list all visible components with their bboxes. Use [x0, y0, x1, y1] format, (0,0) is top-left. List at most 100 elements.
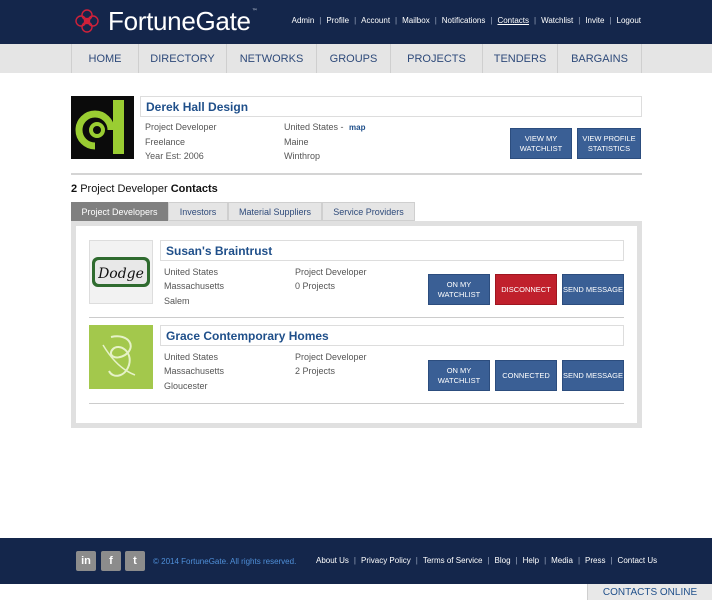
footer-link-blog[interactable]: Blog	[495, 556, 511, 565]
site-logo[interactable]: FortuneGate ™	[72, 6, 258, 36]
toplink-notifications[interactable]: Notifications	[442, 16, 486, 25]
view-profile-statistics-button[interactable]: VIEW PROFILE STATISTICS	[577, 128, 641, 159]
nav-directory[interactable]: DIRECTORY	[139, 44, 227, 73]
toplink-invite[interactable]: Invite	[585, 16, 604, 25]
footer-link-separator: |	[515, 556, 518, 565]
copyright-text: © 2014 FortuneGate. All rights reserved.	[153, 557, 297, 566]
dodge-logo-icon: Dodge	[90, 241, 152, 303]
footer-links: About Us | Privacy Policy | Terms of Servi…	[316, 556, 657, 565]
section-divider	[71, 173, 642, 175]
nav-home[interactable]: HOME	[72, 44, 139, 73]
contacts-heading: 2 Project Developer Contacts	[71, 183, 218, 195]
footer-link-separator: |	[610, 556, 613, 565]
connected-label: CONNECTED	[502, 370, 550, 380]
tab-material-suppliers[interactable]: Material Suppliers	[228, 202, 322, 221]
view-watchlist-label: VIEW MY WATCHLIST	[519, 133, 563, 153]
nav-tenders[interactable]: TENDERS	[483, 44, 558, 73]
profile-type: Freelance	[145, 137, 186, 147]
profile-logo	[71, 96, 134, 159]
profile-year: Year Est: 2006	[145, 151, 204, 161]
disconnect-button[interactable]: DISCONNECT	[495, 274, 557, 305]
contact-logo-grace	[89, 325, 153, 389]
grace-logo-icon	[89, 325, 153, 389]
contact-city: Gloucester	[164, 381, 208, 391]
toplink-separator: |	[434, 16, 437, 25]
contacts-role: Project Developer	[80, 183, 168, 195]
nav-groups[interactable]: GROUPS	[317, 44, 391, 73]
nav-projects[interactable]: PROJECTS	[391, 44, 483, 73]
send-message-label: SEND MESSAGE	[563, 284, 624, 294]
flower-logo-icon	[75, 9, 99, 33]
footer-link-help[interactable]: Help	[523, 556, 539, 565]
toplink-separator: |	[609, 16, 612, 25]
toplink-contacts[interactable]: Contacts	[497, 16, 529, 25]
send-message-button[interactable]: SEND MESSAGE	[562, 274, 624, 305]
on-my-watchlist-button[interactable]: ON MY WATCHLIST	[428, 274, 490, 305]
profile-map-link[interactable]: map	[349, 123, 365, 132]
toplink-watchlist[interactable]: Watchlist	[541, 16, 573, 25]
contact-name-grace-contemporary-homes[interactable]: Grace Contemporary Homes	[166, 329, 329, 343]
tab-service-providers[interactable]: Service Providers	[322, 202, 415, 221]
contacts-suffix: Contacts	[170, 183, 218, 195]
contact-role: Project Developer	[295, 267, 367, 277]
contact-country: United States	[164, 352, 219, 362]
toplink-separator: |	[534, 16, 537, 25]
disconnect-label: DISCONNECT	[501, 284, 551, 294]
main-nav-items: HOME DIRECTORY NETWORKS GROUPS PROJECTS …	[71, 44, 642, 73]
toplink-separator: |	[395, 16, 398, 25]
profile-logo-graphic-icon	[71, 96, 134, 159]
profile-name-box: Derek Hall Design	[140, 96, 642, 117]
tab-investors[interactable]: Investors	[168, 202, 228, 221]
twitter-icon[interactable]: t	[125, 551, 145, 571]
contact-projects: 0 Projects	[295, 281, 336, 291]
nav-networks[interactable]: NETWORKS	[227, 44, 317, 73]
toplink-separator: |	[578, 16, 581, 25]
toplink-account[interactable]: Account	[361, 16, 390, 25]
contact-name-susans-braintrust[interactable]: Susan's Braintrust	[166, 244, 272, 258]
on-my-watchlist-label: ON MY WATCHLIST	[437, 279, 481, 299]
send-message-button[interactable]: SEND MESSAGE	[562, 360, 624, 391]
toplink-profile[interactable]: Profile	[326, 16, 349, 25]
contact-name-box: Grace Contemporary Homes	[160, 325, 624, 346]
footer-link-contact-us[interactable]: Contact Us	[618, 556, 658, 565]
profile-country: United States -	[284, 122, 344, 132]
footer-link-separator: |	[415, 556, 418, 565]
contact-city: Salem	[164, 296, 190, 306]
contact-projects: 2 Projects	[295, 366, 336, 376]
contacts-online-button[interactable]: CONTACTS ONLINE	[587, 584, 712, 600]
footer-link-about-us[interactable]: About Us	[316, 556, 349, 565]
footer-link-separator: |	[577, 556, 581, 565]
footer-link-separator: |	[544, 556, 547, 565]
nav-bargains[interactable]: BARGAINS	[558, 44, 642, 73]
footer-link-separator: |	[353, 556, 356, 565]
footer-link-press[interactable]: Press	[585, 556, 605, 565]
toplink-admin[interactable]: Admin	[292, 16, 315, 25]
connected-button[interactable]: CONNECTED	[495, 360, 557, 391]
linkedin-icon[interactable]: in	[76, 551, 96, 571]
contact-country: United States	[164, 267, 219, 277]
contact-state: Massachusetts	[164, 366, 225, 376]
main-nav: HOME DIRECTORY NETWORKS GROUPS PROJECTS …	[0, 44, 712, 73]
toplink-logout[interactable]: Logout	[617, 16, 641, 25]
toplink-separator: |	[490, 16, 493, 25]
contact-logo-dodge: Dodge	[89, 240, 153, 304]
tab-project-developers[interactable]: Project Developers	[71, 202, 168, 221]
toplink-mailbox[interactable]: Mailbox	[402, 16, 430, 25]
toplink-separator: |	[319, 16, 322, 25]
dodge-logo-text: Dodge	[97, 266, 144, 282]
view-profile-statistics-label: VIEW PROFILE STATISTICS	[582, 133, 636, 153]
facebook-icon[interactable]: f	[101, 551, 121, 571]
footer-link-terms-of-service[interactable]: Terms of Service	[423, 556, 483, 565]
profile-state: Maine	[284, 137, 309, 147]
brand-trademark: ™	[251, 7, 258, 15]
profile-city: Winthrop	[284, 151, 321, 161]
profile-name[interactable]: Derek Hall Design	[146, 100, 248, 114]
contact-separator	[89, 317, 624, 318]
on-my-watchlist-button[interactable]: ON MY WATCHLIST	[428, 360, 490, 391]
contacts-count: 2	[71, 183, 78, 195]
footer-link-privacy-policy[interactable]: Privacy Policy	[361, 556, 411, 565]
profile-role: Project Developer	[145, 122, 217, 132]
view-watchlist-button[interactable]: VIEW MY WATCHLIST	[510, 128, 572, 159]
contact-separator	[89, 403, 624, 404]
footer-link-media[interactable]: Media	[551, 556, 573, 565]
